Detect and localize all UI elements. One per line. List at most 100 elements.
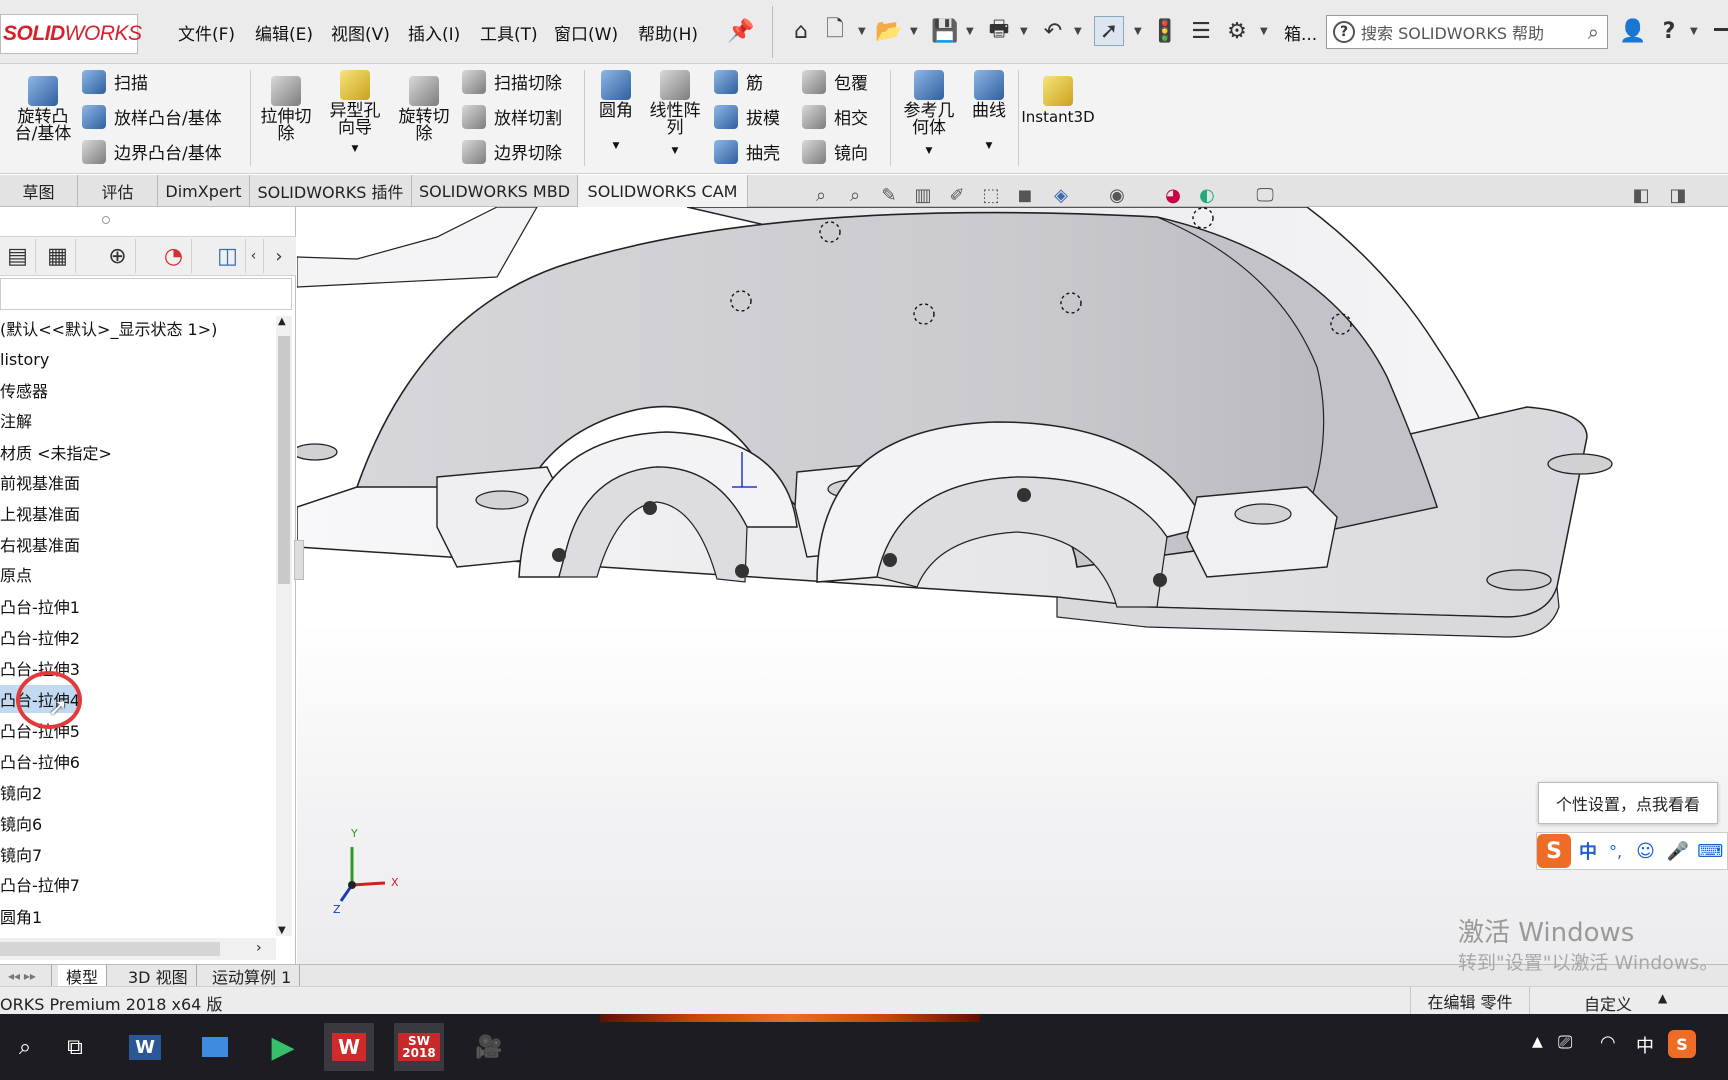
- help-search-input[interactable]: ? 搜索 SOLIDWORKS 帮助 ⌕: [1326, 15, 1608, 49]
- save-icon[interactable]: 💾: [930, 16, 960, 46]
- help-question-icon[interactable]: ?: [1654, 16, 1684, 46]
- tray-wifi-icon[interactable]: ◠: [1600, 1032, 1616, 1053]
- chevron-down-icon[interactable]: ▼: [352, 141, 359, 158]
- task-view-icon[interactable]: ⧉: [50, 1023, 100, 1071]
- tab-dimxpert[interactable]: DimXpert: [158, 175, 250, 207]
- tree-item-material[interactable]: 材质 <未指定>: [0, 438, 112, 466]
- tree-item-boss-extrude2[interactable]: 凸台-拉伸2: [0, 623, 80, 651]
- menu-view[interactable]: 视图(V): [331, 20, 390, 45]
- word-icon[interactable]: W: [120, 1023, 170, 1071]
- revolve-cut-button[interactable]: 旋转切 除: [394, 76, 454, 143]
- explorer-icon[interactable]: [190, 1023, 240, 1071]
- tree-horizontal-scrollbar[interactable]: ›: [0, 938, 276, 960]
- user-icon[interactable]: 👤: [1618, 16, 1648, 46]
- sweep-button[interactable]: 扫描: [82, 69, 148, 94]
- chevron-down-icon[interactable]: ▼: [613, 138, 620, 155]
- undo-icon[interactable]: ↶: [1038, 16, 1068, 46]
- panel-splitter-handle[interactable]: [294, 540, 304, 580]
- shell-button[interactable]: 抽壳: [714, 139, 780, 164]
- chevron-down-icon[interactable]: ▼: [986, 138, 993, 155]
- home-icon[interactable]: ⌂: [786, 16, 816, 46]
- feature-tree-filter[interactable]: [0, 278, 292, 310]
- fillet-button[interactable]: 圆角 ▼: [592, 70, 640, 155]
- tree-vertical-scrollbar[interactable]: ▲ ▼: [276, 316, 292, 936]
- edit-appearance-icon[interactable]: ◉: [1104, 182, 1130, 208]
- zoom-to-fit-icon[interactable]: ⌕: [808, 182, 834, 208]
- extrude-cut-button[interactable]: 拉伸切 除: [256, 76, 316, 143]
- chevron-left-icon[interactable]: ‹: [244, 239, 264, 273]
- scrollbar-thumb[interactable]: [0, 942, 220, 956]
- tab-sketch[interactable]: 草图: [0, 175, 78, 207]
- revolve-boss-button[interactable]: 旋转凸 台/基体: [10, 76, 76, 143]
- zoom-to-area-icon[interactable]: ⌕: [842, 182, 868, 208]
- apply-scene-icon[interactable]: ◕: [1160, 182, 1186, 208]
- ime-settings-tip[interactable]: 个性设置，点我看看: [1538, 782, 1718, 824]
- linear-pattern-button[interactable]: 线性阵 列 ▼: [644, 70, 706, 160]
- loft-boss-button[interactable]: 放样凸台/基体: [82, 104, 222, 129]
- chevron-down-icon[interactable]: ▼: [672, 143, 679, 160]
- tree-root[interactable]: (默认<<默认>_显示状态 1>): [0, 314, 217, 342]
- chevron-down-icon[interactable]: ▼: [858, 26, 866, 37]
- boundary-cut-button[interactable]: 边界切除: [462, 139, 562, 164]
- wps-icon[interactable]: W: [324, 1023, 374, 1071]
- menu-overflow[interactable]: 箱...: [1284, 20, 1317, 45]
- menu-tools[interactable]: 工具(T): [480, 20, 538, 45]
- pin-icon[interactable]: 📌: [726, 16, 756, 46]
- emoji-icon[interactable]: ☺: [1636, 841, 1655, 862]
- tree-item-mirror7[interactable]: 镜向7: [0, 840, 42, 868]
- tree-item-right-plane[interactable]: 右视基准面: [0, 530, 80, 558]
- file-properties-icon[interactable]: ☰: [1186, 16, 1216, 46]
- chevron-down-icon[interactable]: ▼: [1074, 26, 1082, 37]
- tree-item-mirror6[interactable]: 镜向6: [0, 809, 42, 837]
- dimxpert-manager-icon[interactable]: ◫: [210, 239, 246, 273]
- restore-pane-icon[interactable]: ◧: [1628, 182, 1654, 208]
- chevron-down-icon[interactable]: ▼: [278, 925, 286, 936]
- chevron-down-icon[interactable]: ▼: [966, 26, 974, 37]
- minimize-icon[interactable]: [1714, 28, 1728, 31]
- view-settings-icon[interactable]: ◐: [1194, 182, 1220, 208]
- previous-view-icon[interactable]: ✎: [876, 182, 902, 208]
- tree-item-origin[interactable]: 原点: [0, 560, 32, 588]
- configuration-manager-icon[interactable]: ⊕: [100, 239, 136, 273]
- dynamic-annotation-icon[interactable]: ✐: [944, 182, 970, 208]
- tab-nav-arrows-icon[interactable]: ◂◂ ▸▸: [0, 965, 52, 987]
- tile-pane-icon[interactable]: ◨: [1665, 182, 1691, 208]
- tab-evaluate[interactable]: 评估: [78, 175, 158, 207]
- hole-wizard-button[interactable]: 异型孔 向导 ▼: [322, 70, 388, 158]
- chevron-down-icon[interactable]: ▼: [1134, 26, 1142, 37]
- select-cursor-icon[interactable]: ➚: [1094, 16, 1124, 46]
- chevron-down-icon[interactable]: ▼: [1690, 26, 1698, 37]
- tree-item-fillet1[interactable]: 圆角1: [0, 902, 42, 930]
- print-icon[interactable]: 🖶: [984, 16, 1014, 46]
- curves-button[interactable]: 曲线 ▼: [964, 70, 1014, 155]
- solidworks-logo[interactable]: SOLID WORKS: [0, 14, 142, 54]
- menu-edit[interactable]: 编辑(E): [255, 20, 313, 45]
- tray-network-icon[interactable]: ⎚: [1558, 1032, 1572, 1053]
- tab-model[interactable]: 模型: [58, 965, 108, 987]
- menu-help[interactable]: 帮助(H): [638, 20, 698, 45]
- menu-insert[interactable]: 插入(I): [408, 20, 460, 45]
- tree-item-front-plane[interactable]: 前视基准面: [0, 468, 80, 496]
- boundary-boss-button[interactable]: 边界凸台/基体: [82, 139, 222, 164]
- tab-motion-study[interactable]: 运动算例 1: [204, 965, 301, 987]
- chevron-up-icon[interactable]: ▲: [278, 316, 286, 327]
- display-manager-icon[interactable]: ◔: [156, 239, 192, 273]
- tray-input-lang[interactable]: 中: [1636, 1032, 1654, 1058]
- tab-3d-view[interactable]: 3D 视图: [120, 965, 197, 987]
- tray-sogou-icon[interactable]: S: [1668, 1030, 1696, 1058]
- intersect-button[interactable]: 相交: [802, 104, 868, 129]
- tree-item-history[interactable]: listory: [0, 345, 49, 373]
- swept-cut-button[interactable]: 扫描切除: [462, 69, 562, 94]
- rib-button[interactable]: 筋: [714, 69, 763, 94]
- draft-button[interactable]: 拔模: [714, 104, 780, 129]
- tab-solidworks-mbd[interactable]: SOLIDWORKS MBD: [412, 175, 578, 207]
- status-units[interactable]: 自定义: [1584, 991, 1632, 1015]
- lofted-cut-button[interactable]: 放样切割: [462, 104, 562, 129]
- tree-item-boss-extrude7[interactable]: 凸台-拉伸7: [0, 870, 80, 898]
- tab-solidworks-cam[interactable]: SOLIDWORKS CAM: [578, 175, 748, 207]
- microphone-icon[interactable]: 🎤: [1667, 841, 1689, 862]
- display-monitor-icon[interactable]: 🖵: [1252, 182, 1278, 208]
- mirror-button[interactable]: 镜向: [802, 139, 868, 164]
- panel-grip-icon[interactable]: [102, 216, 110, 224]
- tree-item-mirror2[interactable]: 镜向2: [0, 778, 42, 806]
